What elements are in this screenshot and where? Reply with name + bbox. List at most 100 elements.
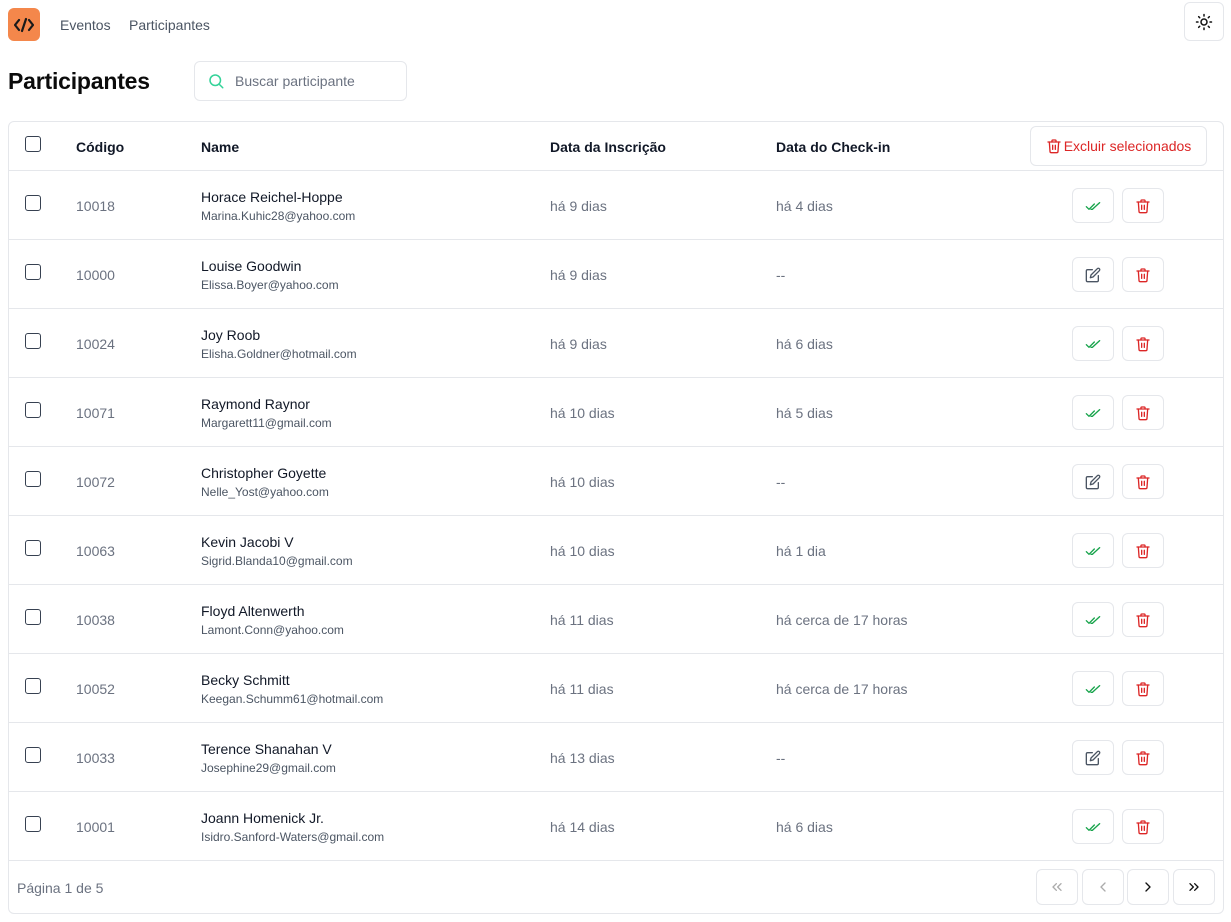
participant-name: Kevin Jacobi V xyxy=(201,534,294,550)
trash-icon xyxy=(1136,405,1150,420)
check-check-icon xyxy=(1085,684,1101,693)
next-page-button[interactable] xyxy=(1127,869,1169,905)
participant-email: Nelle_Yost@yahoo.com xyxy=(201,485,329,499)
check-in-button[interactable] xyxy=(1072,602,1114,637)
row-checkbox[interactable] xyxy=(25,402,41,418)
previous-page-button[interactable] xyxy=(1082,869,1124,905)
participant-email: Lamont.Conn@yahoo.com xyxy=(201,623,344,637)
row-checkbox[interactable] xyxy=(25,816,41,832)
chevrons-left-icon xyxy=(1052,883,1062,891)
participant-code: 10024 xyxy=(76,336,115,352)
delete-button[interactable] xyxy=(1122,188,1164,223)
participant-email: Sigrid.Blanda10@gmail.com xyxy=(201,554,353,568)
table-row: 10018 Horace Reichel-Hoppe Marina.Kuhic28@… xyxy=(9,171,1223,240)
participant-name: Floyd Altenwerth xyxy=(201,603,305,619)
trash-icon xyxy=(1136,336,1150,351)
search-input[interactable] xyxy=(235,73,395,89)
participants-table: Código Name Data da Inscrição Data do Ch… xyxy=(8,121,1224,914)
table-row: 10033 Terence Shanahan V Josephine29@gmail… xyxy=(9,723,1223,792)
edit-button[interactable] xyxy=(1072,257,1114,292)
edit-button[interactable] xyxy=(1072,464,1114,499)
check-check-icon xyxy=(1085,615,1101,624)
check-in-button[interactable] xyxy=(1072,671,1114,706)
trash-icon xyxy=(1136,681,1150,696)
delete-button[interactable] xyxy=(1122,464,1164,499)
row-checkbox[interactable] xyxy=(25,678,41,694)
delete-button[interactable] xyxy=(1122,602,1164,637)
delete-button[interactable] xyxy=(1122,671,1164,706)
participant-name: Louise Goodwin xyxy=(201,258,302,274)
header-checkin: Data do Check-in xyxy=(776,139,891,155)
delete-button[interactable] xyxy=(1122,326,1164,361)
participant-name: Christopher Goyette xyxy=(201,465,327,481)
first-page-button[interactable] xyxy=(1036,869,1078,905)
app-logo[interactable] xyxy=(8,8,40,41)
trash-icon xyxy=(1136,198,1150,213)
participant-name: Becky Schmitt xyxy=(201,672,290,688)
participant-email: Marina.Kuhic28@yahoo.com xyxy=(201,209,356,223)
row-checkbox[interactable] xyxy=(25,747,41,763)
check-in-button[interactable] xyxy=(1072,188,1114,223)
delete-button[interactable] xyxy=(1122,395,1164,430)
delete-button[interactable] xyxy=(1122,257,1164,292)
last-page-button[interactable] xyxy=(1173,869,1215,905)
row-checkbox[interactable] xyxy=(25,609,41,625)
checkin-date: há 1 dia xyxy=(776,543,826,559)
table-row: 10001 Joann Homenick Jr. Isidro.Sanford-Wa… xyxy=(9,792,1223,861)
checkin-date: -- xyxy=(776,750,786,766)
registration-date: há 14 dias xyxy=(550,819,615,835)
checkin-date: há cerca de 17 horas xyxy=(776,612,908,628)
participant-code: 10038 xyxy=(76,612,115,628)
participant-email: Keegan.Schumm61@hotmail.com xyxy=(201,692,384,706)
check-in-button[interactable] xyxy=(1072,533,1114,568)
page-title: Participantes xyxy=(8,68,150,94)
row-checkbox[interactable] xyxy=(25,540,41,556)
checkin-date: -- xyxy=(776,267,786,283)
edit-icon xyxy=(1085,750,1101,765)
table-row: 10052 Becky Schmitt Keegan.Schumm61@hotmai… xyxy=(9,654,1223,723)
top-navbar: Eventos Participantes xyxy=(0,0,1231,50)
check-check-icon xyxy=(1085,201,1101,210)
theme-toggle-button[interactable] xyxy=(1184,2,1224,41)
participant-name: Horace Reichel-Hoppe xyxy=(201,189,343,205)
row-checkbox[interactable] xyxy=(25,264,41,280)
checkin-date: -- xyxy=(776,474,786,490)
table-header: Código Name Data da Inscrição Data do Ch… xyxy=(9,122,1223,171)
chevron-left-icon xyxy=(1100,882,1106,892)
trash-icon xyxy=(1136,267,1150,282)
nav-link-participantes[interactable]: Participantes xyxy=(129,17,210,33)
delete-selected-button[interactable]: Excluir selecionados xyxy=(1030,126,1207,166)
nav-link-eventos[interactable]: Eventos xyxy=(60,17,111,33)
participant-code: 10000 xyxy=(76,267,115,283)
check-check-icon xyxy=(1085,339,1101,348)
chevrons-right-icon xyxy=(1189,883,1199,891)
participant-email: Elissa.Boyer@yahoo.com xyxy=(201,278,339,292)
table-row: 10038 Floyd Altenwerth Lamont.Conn@yahoo.c… xyxy=(9,585,1223,654)
code-icon xyxy=(14,17,34,32)
check-in-button[interactable] xyxy=(1072,326,1114,361)
registration-date: há 10 dias xyxy=(550,474,615,490)
trash-icon xyxy=(1136,750,1150,765)
row-checkbox[interactable] xyxy=(25,195,41,211)
participant-code: 10072 xyxy=(76,474,115,490)
check-in-button[interactable] xyxy=(1072,395,1114,430)
delete-button[interactable] xyxy=(1122,809,1164,844)
checkin-date: há 6 dias xyxy=(776,819,833,835)
delete-button[interactable] xyxy=(1122,533,1164,568)
search-box[interactable] xyxy=(194,61,407,101)
row-checkbox[interactable] xyxy=(25,471,41,487)
row-checkbox[interactable] xyxy=(25,333,41,349)
edit-button[interactable] xyxy=(1072,740,1114,775)
check-in-button[interactable] xyxy=(1072,809,1114,844)
table-row: 10000 Louise Goodwin Elissa.Boyer@yahoo.co… xyxy=(9,240,1223,309)
chevron-right-icon xyxy=(1145,882,1151,892)
delete-button[interactable] xyxy=(1122,740,1164,775)
delete-selected-label: Excluir selecionados xyxy=(1063,138,1192,154)
participant-code: 10071 xyxy=(76,405,115,421)
check-check-icon xyxy=(1085,822,1101,831)
checkin-date: há 4 dias xyxy=(776,198,833,214)
registration-date: há 13 dias xyxy=(550,750,615,766)
participant-code: 10063 xyxy=(76,543,115,559)
select-all-checkbox[interactable] xyxy=(25,136,41,152)
participant-email: Margarett11@gmail.com xyxy=(201,416,332,430)
